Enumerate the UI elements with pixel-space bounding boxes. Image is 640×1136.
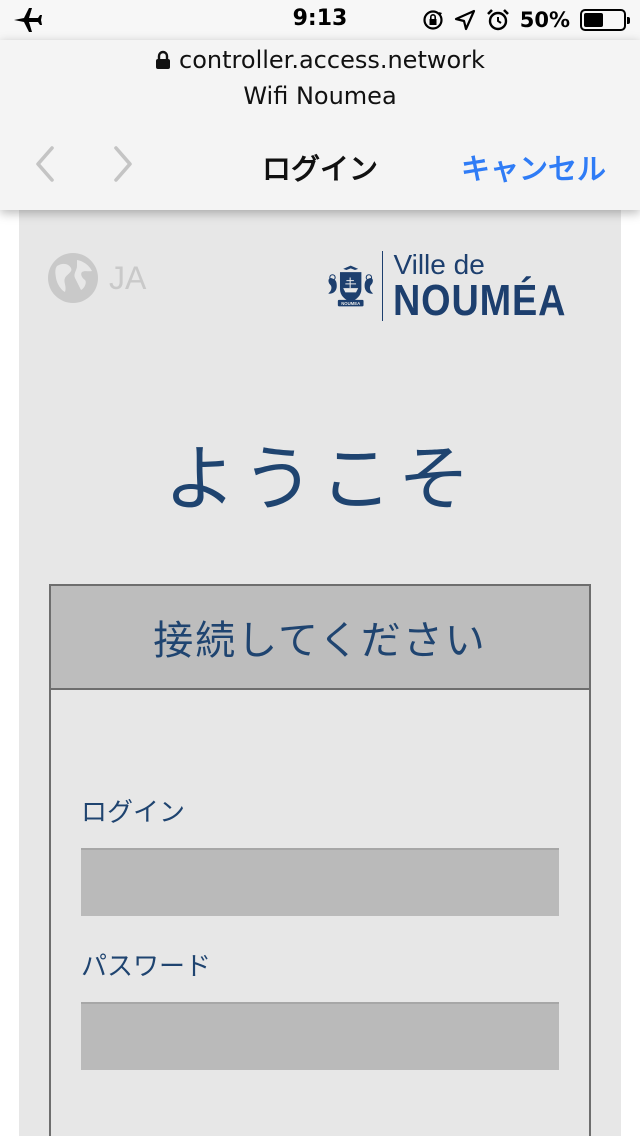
location-arrow-icon [454,9,475,31]
alarm-icon [486,9,509,31]
login-card: 接続してください ログイン パスワード [49,584,591,1136]
portal-page: JA NOUMEA Ville de NOUMÉA ようこそ 接続してください … [19,210,621,1136]
password-input[interactable] [81,1002,559,1070]
logo-divider [382,251,384,321]
password-label: パスワード [81,952,212,982]
noumea-crest-icon: NOUMEA [328,265,374,307]
language-selector[interactable]: JA [47,252,146,304]
forward-chevron-icon[interactable] [106,142,140,186]
login-label: ログイン [81,798,186,828]
site-title: Wifi Noumea [243,82,397,110]
url-bar[interactable]: controller.access.network [0,46,640,74]
status-bar: 9:13 50% [0,0,640,40]
globe-icon [48,253,98,303]
welcome-heading: ようこそ [163,437,476,521]
crest-banner-text: NOUMEA [341,301,360,306]
lock-icon [156,50,171,69]
language-code: JA [109,259,147,296]
battery-icon [580,9,630,31]
back-chevron-icon[interactable] [28,142,62,186]
browser-header: controller.access.network Wifi Noumea ログ… [0,40,640,210]
rotation-lock-icon [423,10,443,30]
battery-level-fill [584,13,603,27]
ville-de-noumea-logo: NOUMEA Ville de NOUMÉA [325,246,595,326]
battery-percent: 50% [519,8,570,32]
login-input[interactable] [81,848,559,916]
url-text: controller.access.network [179,46,485,74]
browser-nav-row: ログイン キャンセル [0,136,640,192]
logo-line-noumea: NOUMÉA [393,276,567,325]
cancel-button[interactable]: キャンセル [461,146,606,188]
login-card-title: 接続してください [51,586,589,690]
